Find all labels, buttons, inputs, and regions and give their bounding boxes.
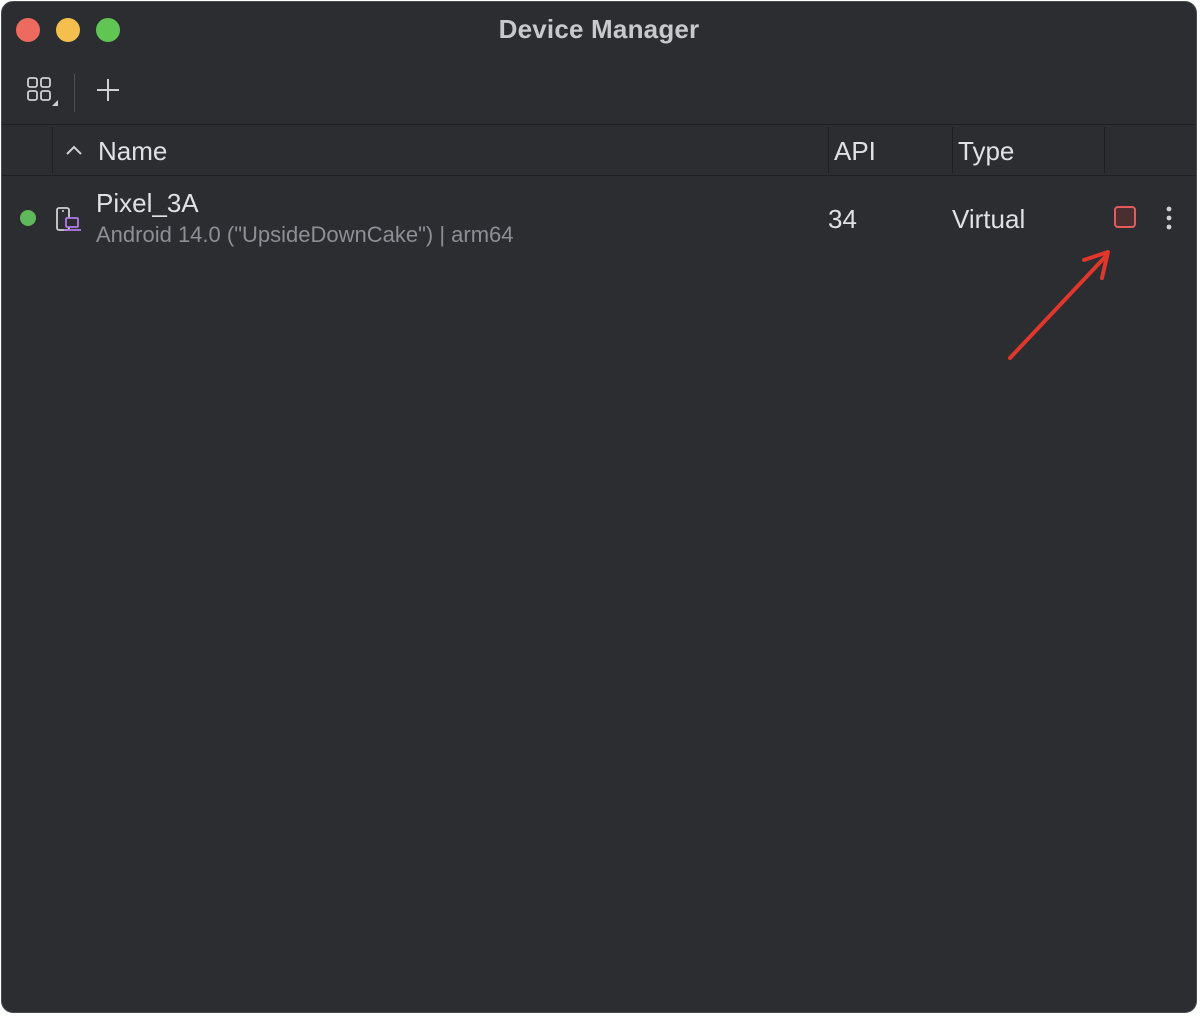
column-divider [828, 127, 829, 173]
device-grid-dropdown-button[interactable] [22, 70, 62, 110]
device-type: Virtual [952, 204, 1026, 234]
toolbar [2, 56, 1196, 124]
title-bar: Device Manager [2, 2, 1196, 56]
toolbar-separator [74, 74, 75, 112]
column-header-api[interactable]: API [834, 136, 876, 167]
annotation-arrow-icon [1008, 250, 1110, 360]
plus-icon [97, 79, 119, 101]
column-header-name[interactable]: Name [98, 136, 167, 167]
device-api-level: 34 [828, 204, 857, 234]
add-device-button[interactable] [88, 70, 128, 110]
more-options-icon[interactable] [1156, 202, 1182, 234]
stop-device-button[interactable] [1114, 206, 1136, 228]
running-status-indicator [20, 210, 36, 226]
column-divider [1104, 127, 1105, 173]
virtual-device-icon [56, 207, 81, 231]
device-grid-dropdown-icon [27, 77, 58, 106]
sort-ascending-icon[interactable] [64, 141, 84, 161]
device-details: Android 14.0 ("UpsideDownCake") | arm64 [96, 222, 514, 247]
device-name: Pixel_3A [96, 188, 199, 218]
window-title: Device Manager [498, 14, 700, 44]
device-manager-window: Device Manager Name API Type Pixel_3A An… [1, 1, 1197, 1013]
table-header: Name API Type [2, 124, 1196, 176]
column-divider [952, 127, 953, 173]
column-divider [52, 127, 53, 173]
column-header-type[interactable]: Type [958, 136, 1014, 167]
